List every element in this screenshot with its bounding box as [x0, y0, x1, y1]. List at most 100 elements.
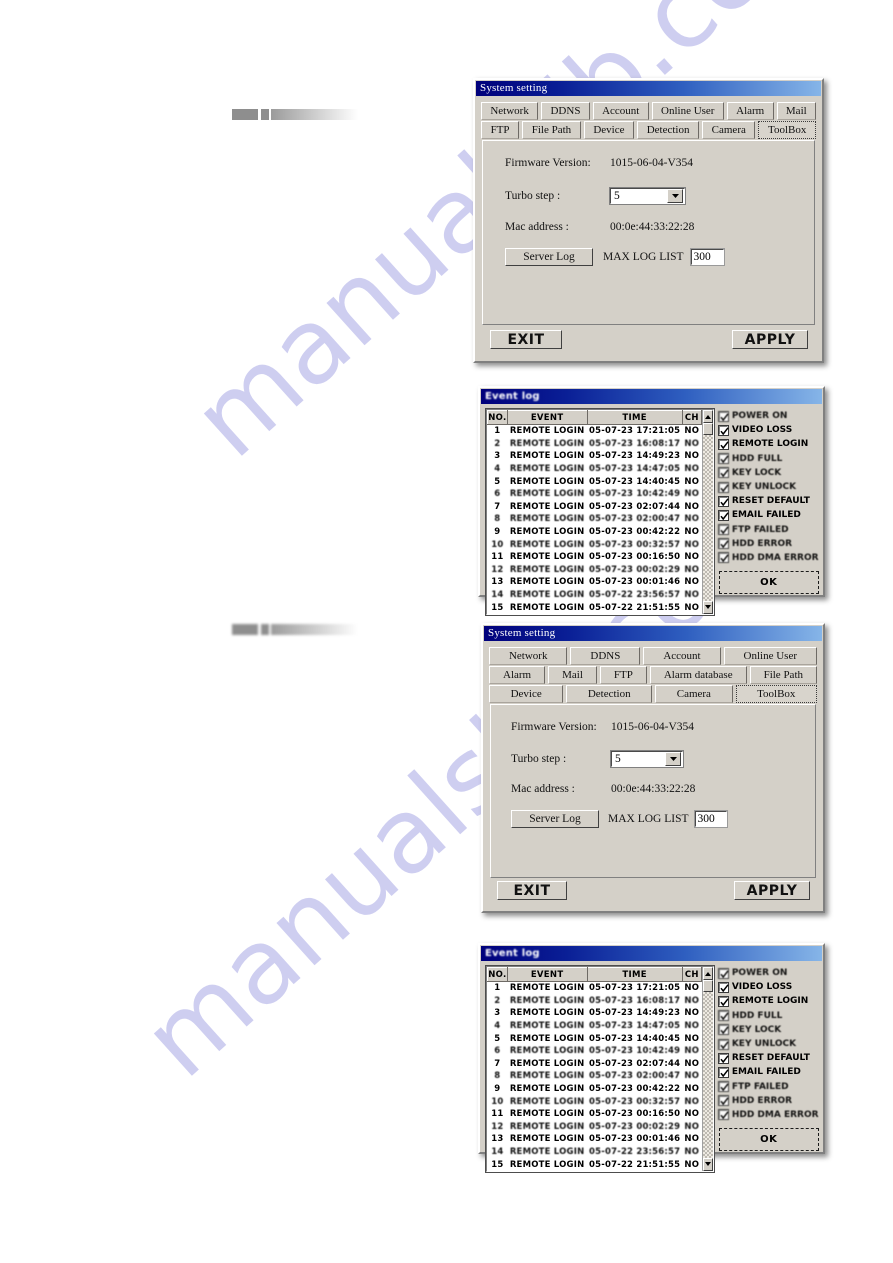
event-filter-item[interactable]: KEY UNLOCK: [717, 480, 819, 494]
checkbox-hdd-full[interactable]: [717, 453, 729, 465]
turbo-step-combobox[interactable]: 5: [610, 750, 684, 768]
table-row[interactable]: 3 REMOTE LOGIN 05-07-23 14:49:23 NO: [488, 1007, 702, 1020]
checkbox-remote-login[interactable]: [717, 995, 729, 1007]
tab-online-user[interactable]: Online User: [651, 102, 724, 120]
server-log-button[interactable]: Server Log: [511, 810, 599, 828]
tab-file-path[interactable]: File Path: [522, 121, 581, 139]
tab-device[interactable]: Device: [489, 685, 564, 703]
table-row[interactable]: 4 REMOTE LOGIN 05-07-23 14:47:05 NO: [488, 463, 702, 476]
column-header-ch[interactable]: CH: [681, 410, 702, 425]
event-filter-item[interactable]: HDD ERROR: [717, 537, 819, 551]
chevron-down-icon[interactable]: [667, 189, 683, 203]
scrollbar-track[interactable]: [702, 992, 713, 1158]
column-header-event[interactable]: EVENT: [506, 967, 588, 982]
tab-ftp[interactable]: FTP: [599, 666, 647, 684]
checkbox-hdd-full[interactable]: [717, 1010, 729, 1022]
scroll-down-arrow-icon[interactable]: [702, 1157, 713, 1171]
table-row[interactable]: 11 REMOTE LOGIN 05-07-23 00:16:50 NO: [488, 1108, 702, 1121]
checkbox-reset-default[interactable]: [717, 495, 729, 507]
table-row[interactable]: 8 REMOTE LOGIN 05-07-23 02:00:47 NO: [488, 513, 702, 526]
checkbox-key-unlock[interactable]: [717, 481, 729, 493]
tab-mail[interactable]: Mail: [548, 666, 597, 684]
log-list-dialog-bottom[interactable]: Event log NO. EVENT TIME CH 1 REMOTE LOGI…: [478, 943, 825, 1173]
table-row[interactable]: 2 REMOTE LOGIN 05-07-23 16:08:17 NO: [488, 438, 702, 451]
table-row[interactable]: 9 REMOTE LOGIN 05-07-23 00:42:22 NO: [488, 526, 702, 539]
exit-button[interactable]: EXIT: [497, 881, 567, 900]
column-header-no[interactable]: NO.: [487, 967, 508, 982]
tab-detection[interactable]: Detection: [637, 121, 700, 139]
column-header-time[interactable]: TIME: [586, 967, 683, 982]
scroll-down-arrow-icon[interactable]: [702, 600, 713, 614]
tab-alarm-database[interactable]: Alarm database: [649, 666, 747, 684]
event-filter-item[interactable]: HDD DMA ERROR: [717, 1108, 819, 1122]
tab-network[interactable]: Network: [489, 647, 568, 665]
scrollbar-thumb[interactable]: [702, 980, 713, 992]
table-row[interactable]: 1 REMOTE LOGIN 05-07-23 17:21:05 NO: [488, 982, 702, 995]
log-list-dialog-top[interactable]: Event log NO. EVENT TIME CH 1 REMOTE LOGI…: [478, 386, 825, 616]
checkbox-key-lock[interactable]: [717, 467, 729, 479]
table-row[interactable]: 3 REMOTE LOGIN 05-07-23 14:49:23 NO: [488, 450, 702, 463]
max-log-list-input[interactable]: 300: [693, 810, 728, 828]
scrollbar-thumb[interactable]: [702, 423, 713, 435]
event-filter-item[interactable]: FTP FAILED: [717, 1080, 819, 1094]
event-filter-item[interactable]: POWER ON: [717, 409, 819, 423]
table-row[interactable]: 8 REMOTE LOGIN 05-07-23 02:00:47 NO: [488, 1070, 702, 1083]
event-filter-item[interactable]: HDD FULL: [717, 1009, 819, 1023]
table-row[interactable]: 6 REMOTE LOGIN 05-07-23 10:42:49 NO: [488, 1045, 702, 1058]
system-setting-dialog-bottom[interactable]: System setting Network DDNS Account Onli…: [481, 623, 825, 913]
checkbox-hdd-error[interactable]: [717, 538, 729, 550]
tab-ddns[interactable]: DDNS: [570, 647, 641, 665]
table-row[interactable]: 6 REMOTE LOGIN 05-07-23 10:42:49 NO: [488, 488, 702, 501]
chevron-down-icon[interactable]: [665, 752, 681, 766]
max-log-list-input[interactable]: 300: [689, 248, 725, 266]
checkbox-key-unlock[interactable]: [717, 1038, 729, 1050]
checkbox-power-on[interactable]: [717, 410, 729, 422]
apply-button[interactable]: APPLY: [734, 881, 810, 900]
table-row[interactable]: 13 REMOTE LOGIN 05-07-23 00:01:46 NO: [488, 576, 702, 589]
tab-account[interactable]: Account: [643, 647, 721, 665]
table-row[interactable]: 9 REMOTE LOGIN 05-07-23 00:42:22 NO: [488, 1083, 702, 1096]
turbo-step-combobox[interactable]: 5: [609, 187, 686, 205]
scroll-up-arrow-icon[interactable]: [702, 410, 713, 423]
apply-button[interactable]: APPLY: [732, 330, 808, 349]
tab-ftp[interactable]: FTP: [481, 121, 520, 139]
event-filter-item[interactable]: REMOTE LOGIN: [717, 437, 819, 451]
tab-camera[interactable]: Camera: [655, 685, 733, 703]
tab-toolbox[interactable]: ToolBox: [758, 121, 816, 139]
column-header-no[interactable]: NO.: [487, 410, 508, 425]
event-filter-item[interactable]: HDD DMA ERROR: [717, 551, 819, 565]
checkbox-remote-login[interactable]: [717, 438, 729, 450]
checkbox-hdd-error[interactable]: [717, 1095, 729, 1107]
event-filter-item[interactable]: RESET DEFAULT: [717, 494, 819, 508]
checkbox-video-loss[interactable]: [717, 981, 729, 993]
event-filter-item[interactable]: REMOTE LOGIN: [717, 994, 819, 1008]
checkbox-key-lock[interactable]: [717, 1024, 729, 1036]
table-row[interactable]: 4 REMOTE LOGIN 05-07-23 14:47:05 NO: [488, 1020, 702, 1033]
scrollbar-track[interactable]: [702, 435, 713, 601]
event-filter-item[interactable]: VIDEO LOSS: [717, 980, 819, 994]
exit-button[interactable]: EXIT: [490, 330, 562, 349]
system-setting-dialog-top[interactable]: System setting Network DDNS Account Onli…: [473, 78, 824, 363]
tab-alarm[interactable]: Alarm: [489, 666, 546, 684]
event-filter-item[interactable]: HDD FULL: [717, 452, 819, 466]
checkbox-email-failed[interactable]: [717, 1066, 729, 1078]
log-grid[interactable]: NO. EVENT TIME CH 1 REMOTE LOGIN 05-07-23 …: [485, 408, 715, 616]
event-filter-item[interactable]: HDD ERROR: [717, 1094, 819, 1108]
table-row[interactable]: 14 REMOTE LOGIN 05-07-22 23:56:57 NO: [488, 1146, 702, 1159]
tab-network[interactable]: Network: [481, 102, 539, 120]
table-row[interactable]: 13 REMOTE LOGIN 05-07-23 00:01:46 NO: [488, 1133, 702, 1146]
tab-online-user[interactable]: Online User: [723, 647, 817, 665]
tab-strip[interactable]: Network DDNS Account Online User Alarm M…: [475, 97, 822, 139]
tab-toolbox[interactable]: ToolBox: [735, 685, 817, 703]
tab-strip[interactable]: Network DDNS Account Online User Alarm M…: [483, 642, 823, 703]
column-header-event[interactable]: EVENT: [506, 410, 588, 425]
checkbox-ftp-failed[interactable]: [717, 524, 729, 536]
tab-detection[interactable]: Detection: [566, 685, 653, 703]
table-row[interactable]: 12 REMOTE LOGIN 05-07-23 00:02:29 NO: [488, 564, 702, 577]
tab-ddns[interactable]: DDNS: [541, 102, 590, 120]
tab-file-path[interactable]: File Path: [749, 666, 817, 684]
table-row[interactable]: 5 REMOTE LOGIN 05-07-23 14:40:45 NO: [488, 475, 702, 488]
table-row[interactable]: 5 REMOTE LOGIN 05-07-23 14:40:45 NO: [488, 1032, 702, 1045]
tab-device[interactable]: Device: [583, 121, 635, 139]
tab-mail[interactable]: Mail: [776, 102, 817, 120]
